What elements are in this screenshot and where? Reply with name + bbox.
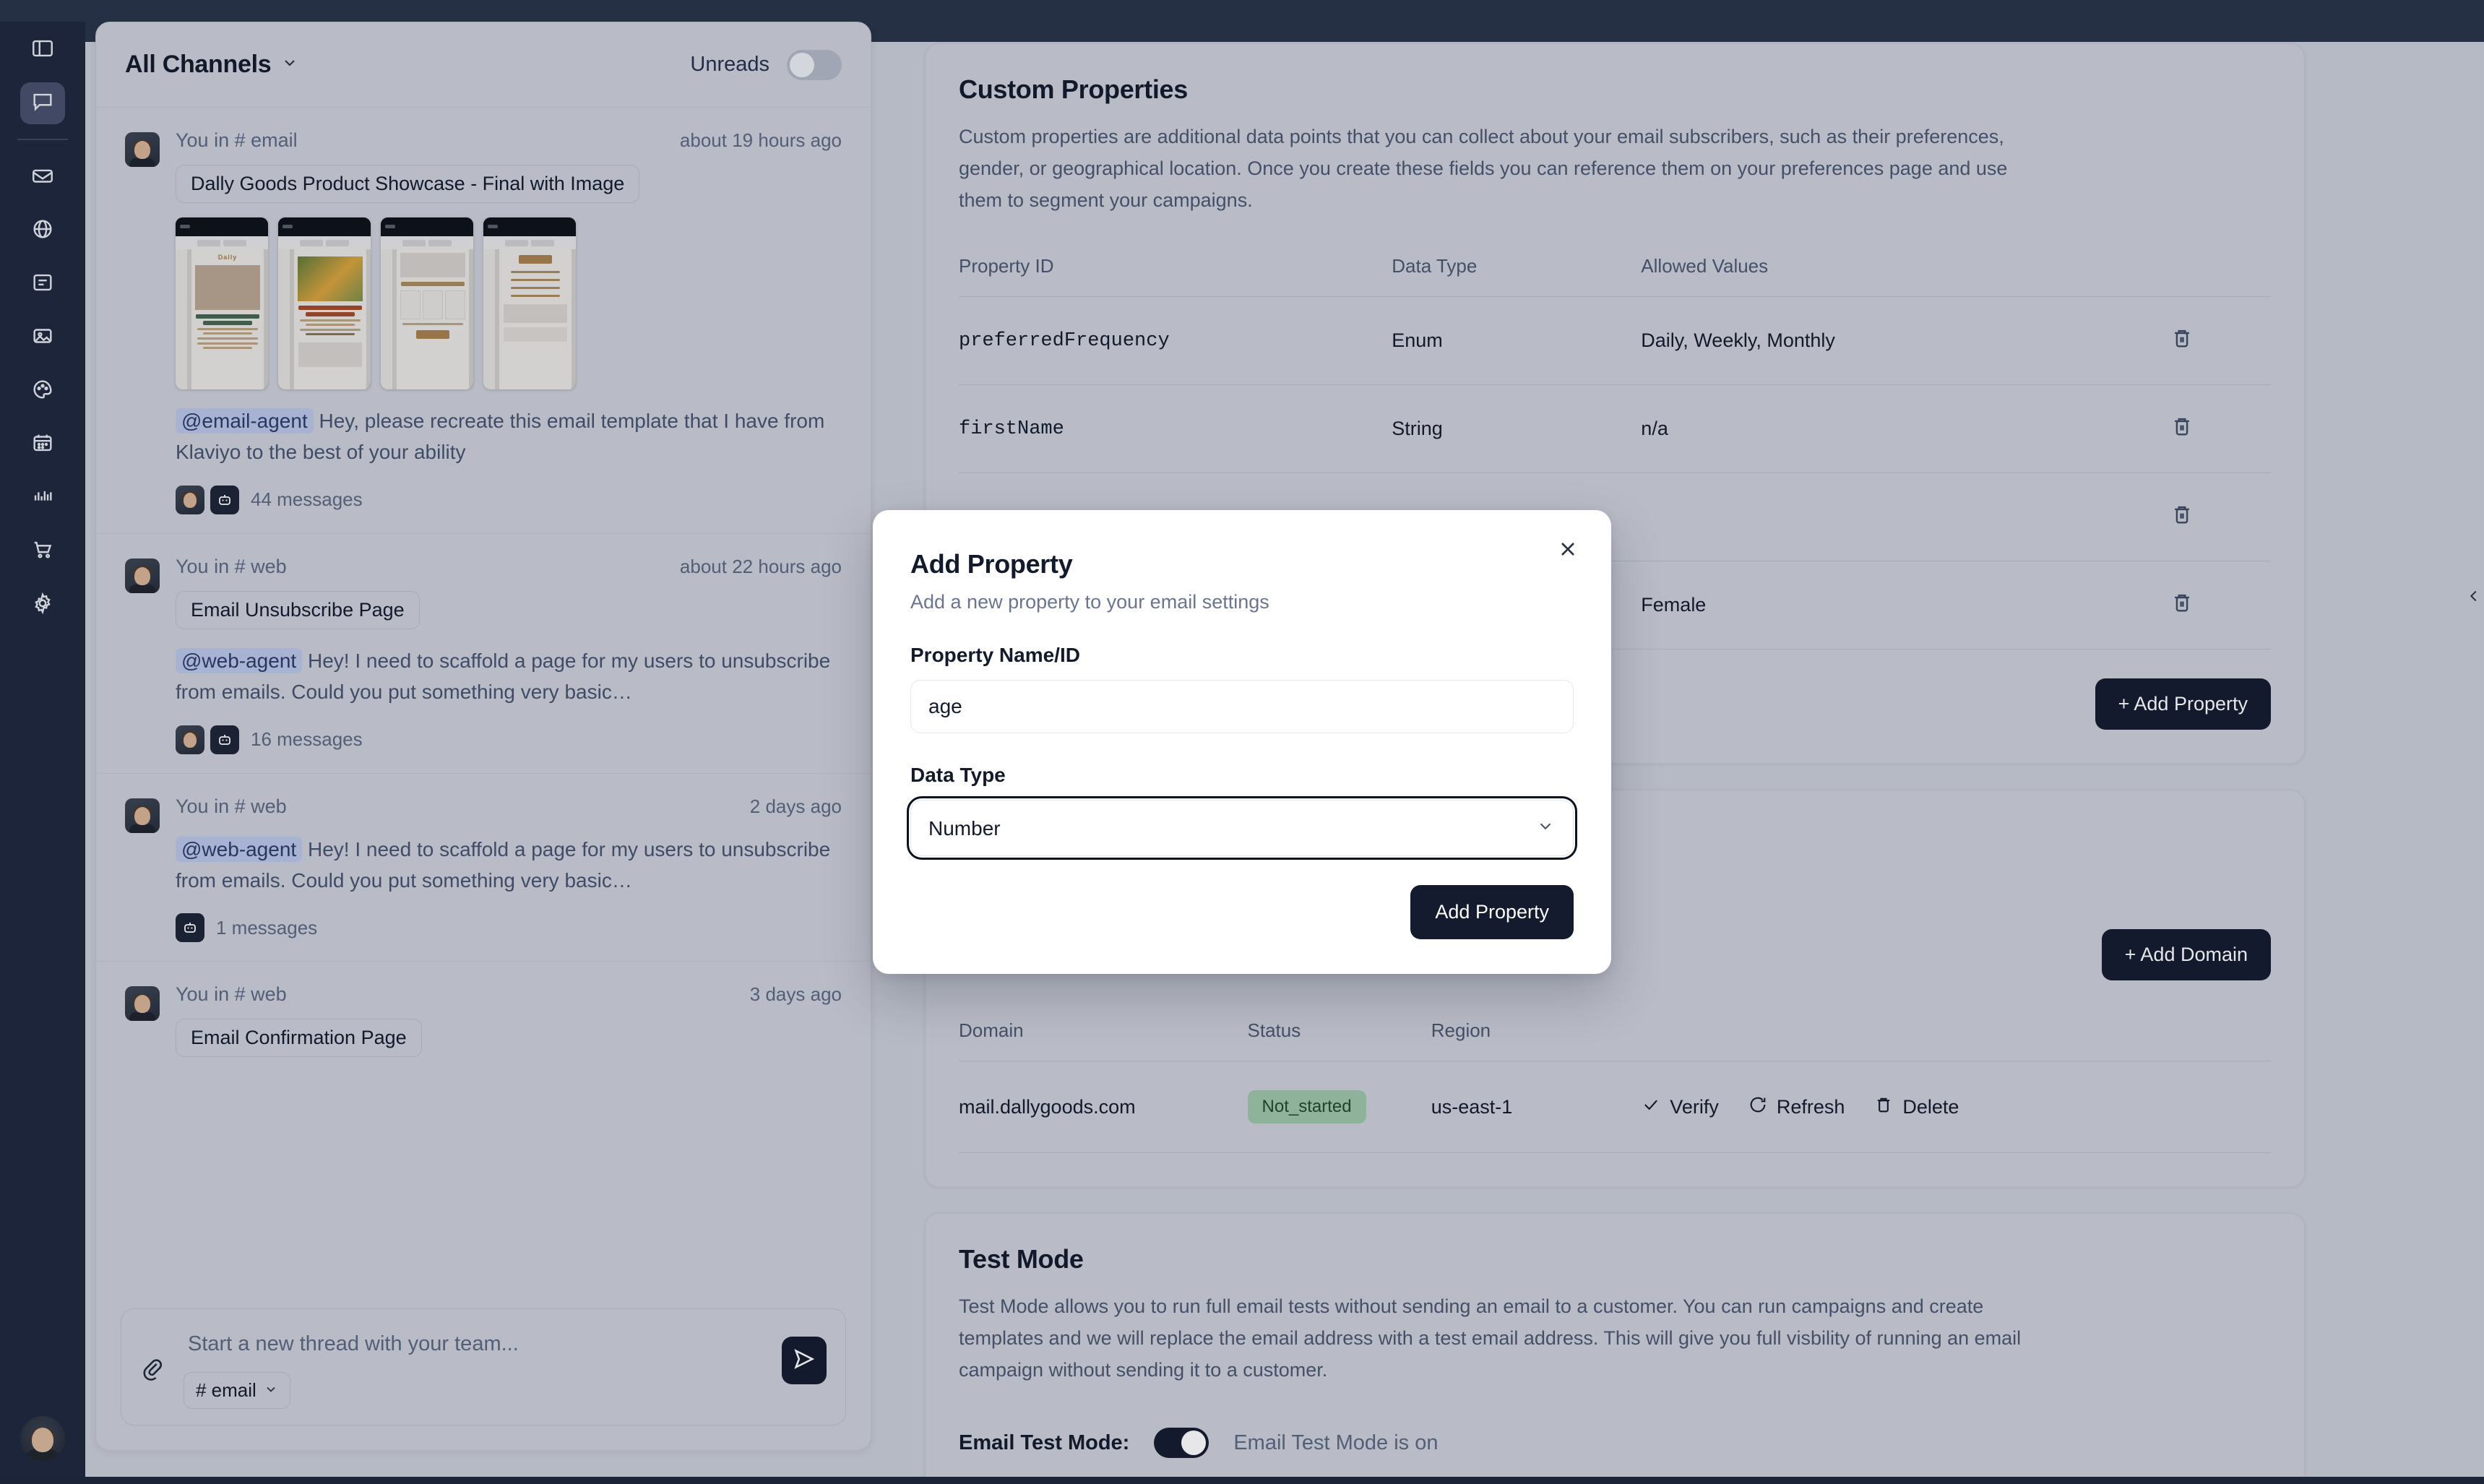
submit-add-property-button[interactable]: Add Property [1410, 885, 1574, 939]
close-button[interactable] [1552, 535, 1584, 566]
data-type-label: Data Type [910, 764, 1006, 786]
modal-title: Add Property [910, 549, 1073, 579]
modal-subtitle: Add a new property to your email setting… [910, 591, 1269, 613]
data-type-select[interactable]: Number [907, 796, 1577, 860]
close-icon [1556, 538, 1579, 564]
add-property-modal: Add Property Add a new property to your … [873, 510, 1611, 974]
property-name-label: Property Name/ID [910, 644, 1080, 666]
property-name-input[interactable] [910, 680, 1574, 733]
